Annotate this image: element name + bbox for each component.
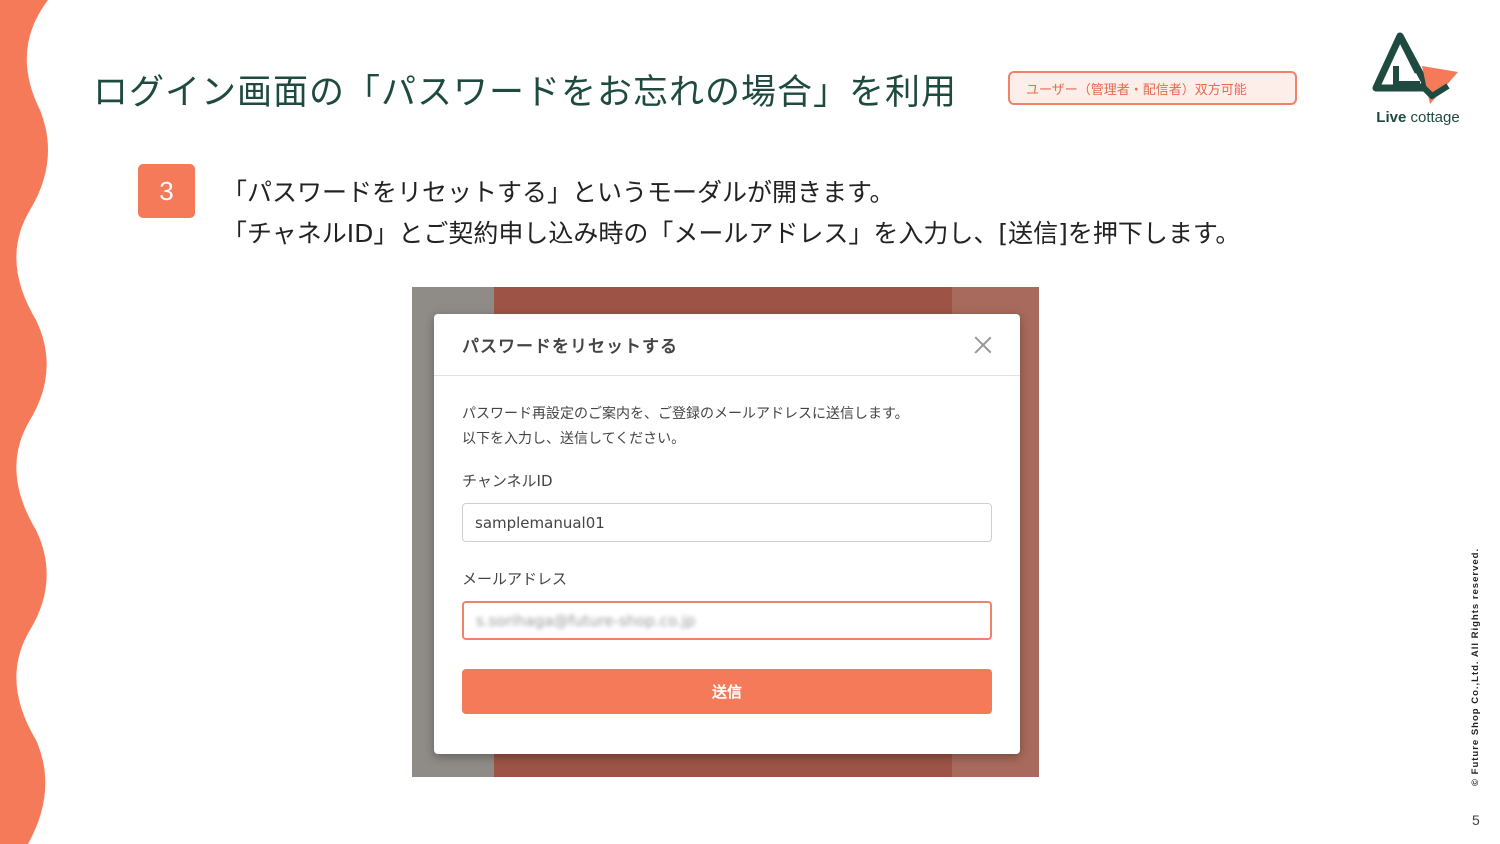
role-badge: ユーザー（管理者・配信者）双方可能	[1008, 71, 1297, 105]
channel-id-input[interactable]	[462, 503, 992, 542]
step-line-1: 「パスワードをリセットする」というモーダルが開きます。	[222, 178, 895, 207]
logo-brand-light: cottage	[1406, 109, 1460, 126]
submit-button[interactable]: 送信	[462, 669, 992, 714]
modal-description: パスワード再設定のご案内を、ご登録のメールアドレスに送信します。 以下を入力し、…	[462, 402, 992, 452]
logo-brand-bold: Live	[1376, 109, 1407, 126]
step-line-2: 「チャネルID」とご契約申し込み時の「メールアドレス」を入力し、[送信]を押下し…	[222, 219, 1241, 248]
embedded-screenshot: パスワードをリセットする パスワード再設定のご案内を、ご登録のメールアドレスに送…	[412, 287, 1039, 777]
description-line-1: パスワード再設定のご案内を、ご登録のメールアドレスに送信します。	[462, 406, 909, 422]
copyright-text: © Future Shop Co.,Ltd. All Rights reserv…	[1470, 547, 1481, 786]
copyright-notice: © Future Shop Co.,Ltd. All Rights reserv…	[1464, 530, 1490, 786]
modal-body: パスワード再設定のご案内を、ご登録のメールアドレスに送信します。 以下を入力し、…	[434, 376, 1020, 714]
password-reset-modal: パスワードをリセットする パスワード再設定のご案内を、ご登録のメールアドレスに送…	[434, 314, 1020, 754]
page-number: 5	[1472, 812, 1480, 828]
email-label: メールアドレス	[462, 570, 568, 588]
email-value-blurred: s.sorihaga@future-shop.co.jp	[476, 611, 696, 630]
logo-text: Live cottage	[1366, 109, 1470, 126]
channel-id-label: チャンネルID	[462, 472, 553, 490]
modal-title: パスワードをリセットする	[462, 337, 678, 357]
step-instructions: 「パスワードをリセットする」というモーダルが開きます。 「チャネルID」とご契約…	[222, 172, 1240, 254]
close-icon[interactable]	[974, 336, 992, 354]
step-number-badge: 3	[138, 164, 195, 218]
email-input[interactable]: s.sorihaga@future-shop.co.jp	[462, 601, 992, 640]
slide-title: ログイン画面の「パスワードをお忘れの場合」を利用	[93, 73, 958, 113]
description-line-2: 以下を入力し、送信してください。	[462, 431, 686, 447]
decorative-wave	[0, 0, 48, 844]
modal-header: パスワードをリセットする	[434, 314, 1020, 376]
